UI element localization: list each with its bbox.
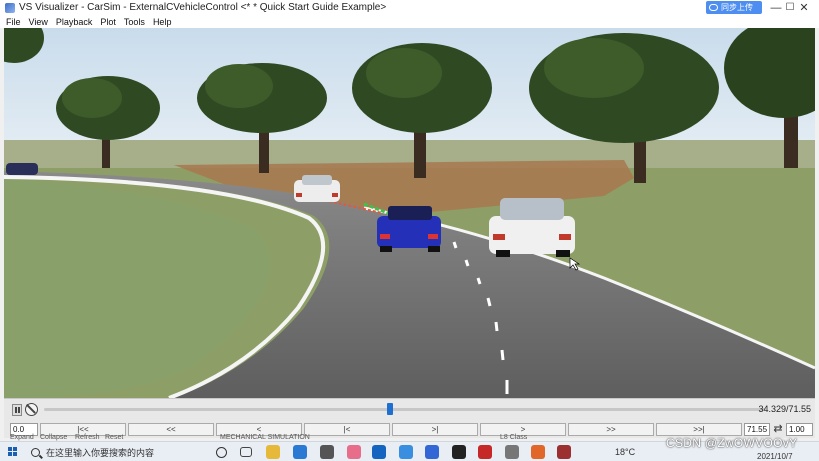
class-label: L8 Class [500,434,528,441]
reset-button[interactable]: Reset [105,434,123,441]
app-icon[interactable] [347,445,361,459]
weather-temperature: 18°C [615,447,636,457]
playback-controls: 34.329/71.55 0.0 |<< << < |< >| > >> >>|… [4,398,815,438]
menu-view[interactable]: View [29,17,48,27]
cortana-icon[interactable] [216,447,227,458]
menu-help[interactable]: Help [153,17,172,27]
matlab-icon[interactable] [531,445,545,459]
title-bar: VS Visualizer - CarSim - ExternalCVehicl… [0,0,819,15]
search-icon [31,447,40,457]
taskbar-search[interactable]: 在这里输入你要搜索的内容 [27,443,207,461]
loop-icon[interactable]: ⇄ [772,423,784,436]
expand-button[interactable]: Expand [10,434,34,441]
close-button[interactable]: ✕ [790,0,818,15]
simulation-viewport[interactable] [4,28,815,398]
speed-field[interactable]: 1.00 [786,423,813,436]
step-back-button[interactable]: |< [304,423,390,436]
app-icon[interactable] [505,445,519,459]
collapse-button[interactable]: Collapse [40,434,67,441]
menu-tools[interactable]: Tools [124,17,145,27]
csdn-watermark: CSDN @ZwOWVOOvY [666,436,798,450]
white-sedan [489,198,575,257]
search-placeholder: 在这里输入你要搜索的内容 [46,447,155,458]
scene-render [4,28,815,398]
app-icon[interactable] [478,445,492,459]
step-forward-button[interactable]: >| [392,423,478,436]
timeline-track[interactable] [44,408,766,411]
pause-button[interactable] [12,404,22,416]
windows-start-icon[interactable] [8,447,18,457]
distant-car [6,163,38,175]
taskbar-date: 2021/10/7 [757,452,793,461]
cloud-sync-label: 同步上传 [721,3,753,12]
end-time-field[interactable]: 71.55 [744,423,770,436]
typora-icon[interactable] [452,445,466,459]
app-icon[interactable] [399,445,413,459]
todo-icon[interactable] [425,445,439,459]
time-readout: 34.329/71.55 [758,404,811,414]
task-view-icon[interactable] [240,447,252,457]
app-icon [5,2,15,13]
fast-reverse-button[interactable]: << [128,423,214,436]
jump-end-button[interactable]: >>| [656,423,742,436]
timeline-thumb[interactable] [387,403,394,415]
menu-playback[interactable]: Playback [56,17,93,27]
menu-plot[interactable]: Plot [100,17,116,27]
menu-bar: File View Playback Plot Tools Help [0,15,819,28]
fast-forward-button[interactable]: >> [568,423,654,436]
stop-icon[interactable] [25,403,38,416]
mechanical-simulation-label: MECHANICAL SIMULATION [220,434,310,441]
menu-file[interactable]: File [6,17,21,27]
refresh-button[interactable]: Refresh [75,434,100,441]
carsim-icon[interactable] [557,445,571,459]
visualizer-window: VS Visualizer - CarSim - ExternalCVehicl… [0,0,819,461]
app-icon[interactable] [320,445,334,459]
outlook-icon[interactable] [372,445,386,459]
cloud-icon [709,4,718,11]
cloud-sync-button[interactable]: 同步上传 [706,1,762,14]
window-title: VS Visualizer - CarSim - ExternalCVehicl… [19,2,387,13]
vscode-icon[interactable] [293,445,307,459]
file-explorer-icon[interactable] [266,445,280,459]
